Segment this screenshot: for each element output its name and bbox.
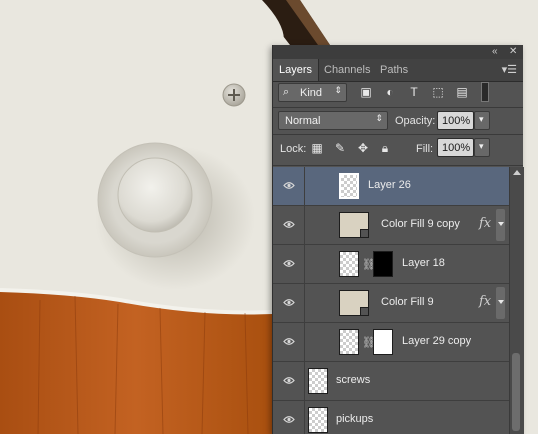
eye-icon	[283, 338, 295, 345]
fill-layer-thumbnail	[339, 212, 369, 238]
tab-channels[interactable]: Channels	[318, 59, 376, 81]
select-arrows-icon: ⇕	[375, 113, 383, 123]
lock-position-icon[interactable]: ✥	[355, 140, 371, 156]
opacity-field[interactable]: 100%	[437, 111, 474, 130]
chevron-down-icon: ▾	[479, 114, 484, 124]
layer-mask-thumbnail[interactable]	[373, 329, 393, 355]
image-filter-icon[interactable]: ▣	[358, 84, 374, 100]
layer-name: Color Fill 9 copy	[381, 218, 460, 230]
search-icon: ⌕	[283, 86, 290, 98]
eye-icon	[283, 416, 295, 423]
lock-all-icon[interactable]: 🔒︎	[377, 140, 393, 156]
divider	[273, 107, 523, 108]
lock-label: Lock:	[280, 143, 307, 155]
layer-list: Layer 26 Color Fill 9 copy fx ⛓︎ Layer 1…	[273, 167, 509, 434]
layer-row-layer-26[interactable]: Layer 26	[273, 167, 509, 206]
visibility-toggle[interactable]	[273, 362, 305, 400]
divider	[273, 165, 523, 166]
filter-toggle-icon[interactable]	[481, 82, 489, 102]
shape-filter-icon[interactable]: ⬚	[430, 84, 446, 100]
opacity-label: Opacity:	[395, 115, 436, 127]
blend-mode-select[interactable]: Normal ⇕	[278, 111, 388, 130]
layer-thumbnail	[339, 251, 359, 277]
opacity-value: 100%	[442, 115, 471, 127]
layer-row-pickups[interactable]: pickups	[273, 401, 509, 434]
eye-icon	[283, 260, 295, 267]
panel-title-bar: « ✕	[273, 45, 523, 59]
visibility-toggle[interactable]	[273, 245, 305, 283]
layer-thumbnail	[339, 329, 359, 355]
fill-layer-thumbnail	[339, 290, 369, 316]
type-filter-icon[interactable]: T	[406, 84, 422, 100]
select-arrows-icon: ⇕	[334, 85, 342, 95]
eye-icon	[283, 221, 295, 228]
effects-expand-toggle[interactable]	[496, 287, 505, 319]
panel-tabs: Layers Channels Paths ▾☰	[273, 59, 523, 82]
eye-icon	[283, 299, 295, 306]
tab-layers[interactable]: Layers	[273, 59, 320, 81]
filter-kind-label: Kind	[300, 87, 323, 99]
layer-row-layer-29-copy[interactable]: ⛓︎ Layer 29 copy	[273, 323, 509, 362]
filter-kind-select[interactable]: ⌕ Kind ⇕	[278, 83, 347, 102]
chevron-down-icon: ▾	[479, 141, 484, 151]
effects-expand-toggle[interactable]	[496, 209, 505, 241]
layer-name: Layer 26	[368, 179, 411, 191]
fill-layer-badge-icon	[360, 307, 369, 316]
fill-value: 100%	[442, 142, 471, 154]
layer-row-color-fill-9-copy[interactable]: Color Fill 9 copy fx	[273, 206, 509, 245]
collapse-icon[interactable]: «	[492, 46, 498, 58]
lock-image-pixels-icon[interactable]: ✎	[332, 140, 348, 156]
adjustment-filter-icon[interactable]: ◐	[382, 84, 398, 100]
scroll-up-arrow-icon[interactable]	[513, 170, 521, 175]
layer-thumbnail	[308, 407, 328, 433]
eye-icon	[283, 182, 295, 189]
layer-row-color-fill-9[interactable]: Color Fill 9 fx	[273, 284, 509, 323]
layer-name: pickups	[336, 413, 374, 425]
layer-row-screws[interactable]: screws	[273, 362, 509, 401]
blend-mode-value: Normal	[285, 115, 321, 127]
layers-panel: « ✕ Layers Channels Paths ▾☰ ⌕ Kind ⇕ ▣ …	[272, 45, 524, 434]
layer-row-layer-18[interactable]: ⛓︎ Layer 18	[273, 245, 509, 284]
fx-badge[interactable]: fx	[479, 216, 491, 231]
close-icon[interactable]: ✕	[509, 46, 517, 58]
smart-object-filter-icon[interactable]: ▤	[454, 84, 470, 100]
layer-thumbnail	[339, 173, 359, 199]
layer-name: screws	[336, 374, 371, 386]
layer-name: Layer 29 copy	[402, 335, 472, 347]
visibility-toggle[interactable]	[273, 401, 305, 434]
tab-paths[interactable]: Paths	[374, 59, 414, 81]
layer-name: Color Fill 9	[381, 296, 434, 308]
fill-field[interactable]: 100%	[437, 138, 474, 157]
layer-list-scrollbar[interactable]	[509, 167, 524, 434]
layer-name: Layer 18	[402, 257, 445, 269]
fill-layer-badge-icon	[360, 229, 369, 238]
divider	[273, 134, 523, 135]
fx-badge[interactable]: fx	[479, 294, 491, 309]
fill-dropdown-button[interactable]: ▾	[474, 138, 490, 157]
layer-mask-thumbnail[interactable]	[373, 251, 393, 277]
visibility-toggle[interactable]	[273, 323, 305, 361]
visibility-toggle[interactable]	[273, 167, 305, 205]
visibility-toggle[interactable]	[273, 284, 305, 322]
scrollbar-thumb[interactable]	[512, 353, 520, 431]
opacity-dropdown-button[interactable]: ▾	[474, 111, 490, 130]
eye-icon	[283, 377, 295, 384]
layer-thumbnail	[308, 368, 328, 394]
visibility-toggle[interactable]	[273, 206, 305, 244]
panel-menu-icon[interactable]: ▾☰	[502, 64, 517, 76]
fill-label: Fill:	[416, 143, 434, 155]
lock-transparent-pixels-icon[interactable]: ▦	[309, 140, 325, 156]
